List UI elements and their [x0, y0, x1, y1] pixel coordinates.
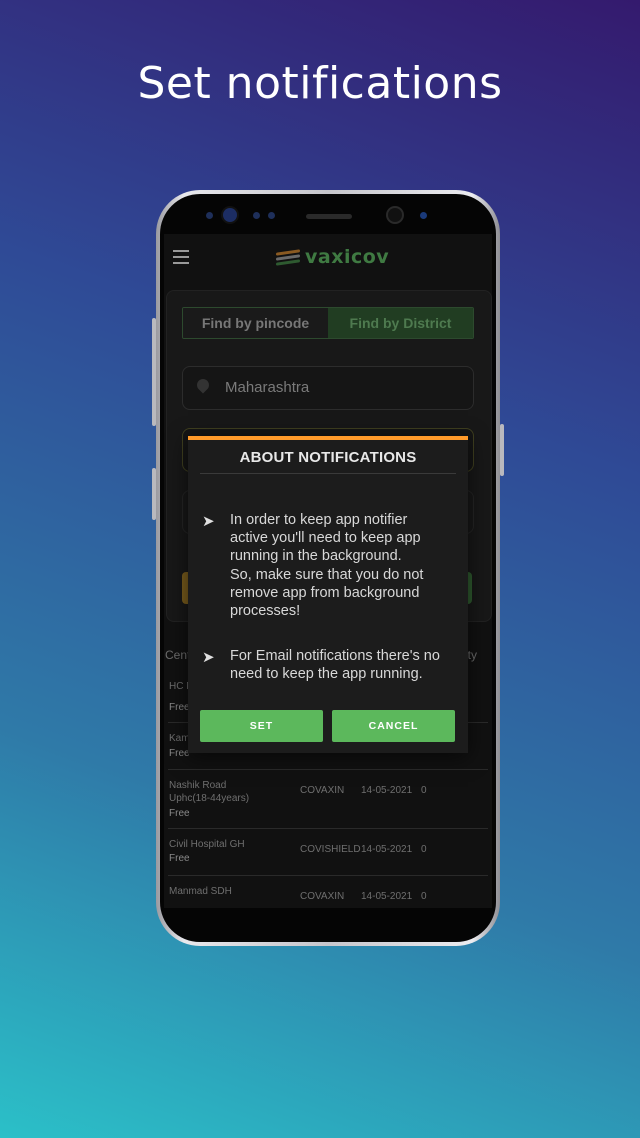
- sensor-icon: [268, 212, 275, 219]
- slot-capacity: 0: [421, 891, 427, 902]
- flag-icon: [276, 249, 300, 266]
- state-select[interactable]: Maharashtra: [182, 366, 474, 410]
- table-row[interactable]: Civil Hospital GH Free COVISHIELD 14-05-…: [168, 828, 488, 876]
- table-row[interactable]: Manmad SDH COVAXIN 14-05-2021 0: [168, 875, 488, 908]
- slot-date: 14-05-2021: [361, 891, 413, 902]
- state-select-value: Maharashtra: [225, 379, 310, 396]
- phone-side-button: [500, 424, 504, 476]
- phone-side-button: [152, 468, 156, 520]
- slot-date: 14-05-2021: [361, 785, 413, 796]
- center-name: Nashik Road Uphc(18-44years): [169, 780, 250, 804]
- vaccine-name: COVISHIELD: [300, 844, 361, 855]
- search-mode-toggle: Find by pincode Find by District: [182, 307, 474, 339]
- dialog-title: ABOUT NOTIFICATIONS: [239, 449, 417, 466]
- center-fee: Free: [169, 853, 190, 864]
- dialog-divider: [200, 473, 456, 474]
- cancel-button[interactable]: CANCEL: [332, 710, 455, 742]
- tab-find-by-district[interactable]: Find by District: [328, 308, 473, 338]
- dialog-point-email: For Email notifications there's no need …: [230, 648, 440, 683]
- tab-find-by-pincode[interactable]: Find by pincode: [183, 308, 328, 338]
- sensor-icon: [253, 212, 260, 219]
- sensor-icon: [206, 212, 213, 219]
- app-screen: vaxicov Find by pincode Find by District…: [164, 234, 492, 908]
- slot-capacity: 0: [421, 844, 427, 855]
- arrow-bullet-icon: ➤: [202, 649, 215, 666]
- about-notifications-dialog: ABOUT NOTIFICATIONS ➤ In order to keep a…: [188, 436, 468, 753]
- center-name: Manmad SDH: [169, 886, 232, 897]
- center-fee: Free: [169, 808, 190, 819]
- app-brand: vaxicov: [305, 246, 390, 268]
- center-name: Civil Hospital GH: [169, 839, 245, 850]
- front-camera-icon: [388, 208, 402, 222]
- app-logo: vaxicov: [276, 244, 389, 270]
- page-headline: Set notifications: [137, 58, 503, 109]
- vaccine-name: COVAXIN: [300, 785, 345, 796]
- table-row[interactable]: Nashik Road Uphc(18-44years) Free COVAXI…: [168, 769, 488, 829]
- set-button[interactable]: SET: [200, 710, 323, 742]
- vaccine-name: COVAXIN: [300, 891, 345, 902]
- phone-side-button: [152, 318, 156, 426]
- location-pin-icon: [194, 376, 212, 394]
- center-fee: Free: [169, 748, 190, 759]
- slot-date: 14-05-2021: [361, 844, 413, 855]
- dialog-point-background: In order to keep app notifier active you…: [230, 512, 424, 620]
- slot-capacity: 0: [421, 785, 427, 796]
- center-fee: Free: [169, 702, 190, 713]
- phone-speaker: [306, 214, 352, 219]
- sensor-icon: [420, 212, 427, 219]
- arrow-bullet-icon: ➤: [202, 513, 215, 530]
- hamburger-menu-icon[interactable]: [173, 250, 189, 268]
- center-name: Kam: [169, 733, 190, 744]
- column-header-center: Cent: [165, 648, 191, 662]
- camera-icon: [223, 208, 237, 222]
